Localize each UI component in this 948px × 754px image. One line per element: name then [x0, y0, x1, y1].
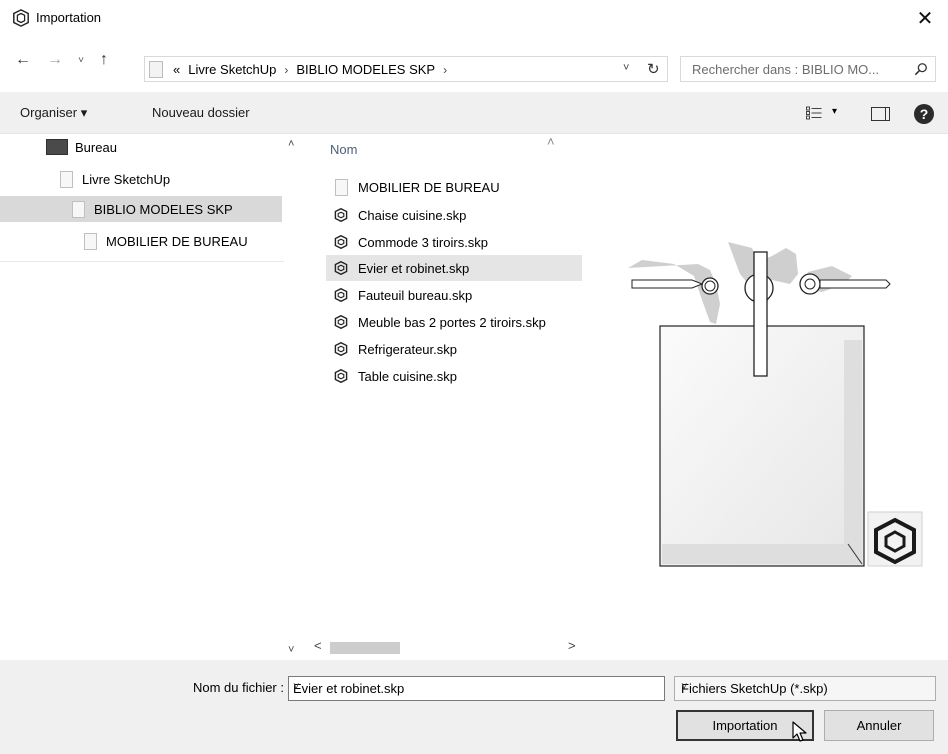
refresh-icon[interactable]: ↻ — [647, 60, 660, 78]
list-item[interactable]: Refrigerateur.skp — [326, 336, 582, 362]
title-bar: Importation ✕ — [0, 0, 948, 36]
list-item[interactable]: Chaise cuisine.skp — [326, 202, 582, 228]
chevron-down-icon[interactable]: ˅ — [681, 681, 927, 693]
preview-pane — [582, 134, 948, 660]
list-item-selected[interactable]: Evier et robinet.skp — [326, 255, 582, 281]
mouse-cursor-icon — [792, 721, 807, 742]
tree-item-label: MOBILIER DE BUREAU — [106, 233, 248, 249]
sketchup-file-icon — [334, 235, 348, 249]
filename-input[interactable]: Evier et robinet.skp ˅ — [288, 676, 665, 701]
tree-item-bureau[interactable]: Bureau — [46, 134, 284, 160]
folder-tree: Bureau Livre SketchUp BIBLIO MODELES SKP… — [0, 134, 284, 262]
list-item[interactable]: Table cuisine.skp — [326, 363, 582, 389]
scroll-down-icon[interactable]: ˅ — [288, 644, 294, 656]
breadcrumb: « Livre SketchUp › BIBLIO MODELES SKP › — [173, 62, 447, 77]
folder-icon — [334, 178, 348, 196]
file-name: Meuble bas 2 portes 2 tiroirs.skp — [358, 314, 546, 330]
breadcrumb-biblio-modeles[interactable]: BIBLIO MODELES SKP — [296, 62, 435, 77]
filename-label: Nom du fichier : — [192, 680, 284, 695]
recent-locations-button[interactable]: ˅ — [72, 49, 90, 71]
organise-button[interactable]: Organiser ▾ — [20, 105, 87, 121]
sketchup-file-icon — [334, 288, 348, 302]
file-list: Nom ˄ MOBILIER DE BUREAU Chaise cuisine.… — [304, 134, 582, 660]
chevron-down-icon[interactable]: ˅ — [623, 62, 629, 74]
file-name: Refrigerateur.skp — [358, 341, 457, 357]
forward-button[interactable]: → — [44, 49, 66, 71]
view-dropdown-icon[interactable]: ▾ — [832, 106, 837, 117]
search-input[interactable]: Rechercher dans : BIBLIO MO... — [680, 56, 936, 82]
sketchup-file-icon — [334, 369, 348, 383]
filetype-select[interactable]: Fichiers SketchUp (*.skp) ˅ — [674, 676, 936, 701]
scroll-up-icon[interactable]: ˄ — [288, 138, 294, 150]
desktop-icon — [46, 139, 68, 155]
folder-icon — [149, 61, 163, 78]
sketchup-file-icon — [334, 315, 348, 329]
tree-item-mobilier-de-bureau[interactable]: MOBILIER DE BUREAU — [84, 228, 284, 254]
list-item[interactable]: Commode 3 tiroirs.skp — [326, 229, 582, 255]
file-name: Evier et robinet.skp — [358, 260, 470, 276]
list-item[interactable]: MOBILIER DE BUREAU — [326, 174, 582, 200]
search-icon[interactable] — [914, 62, 928, 76]
new-folder-button[interactable]: Nouveau dossier — [152, 105, 250, 120]
folder-icon — [60, 170, 73, 188]
address-bar[interactable]: « Livre SketchUp › BIBLIO MODELES SKP › … — [144, 56, 668, 82]
view-options-icon[interactable] — [806, 106, 822, 120]
column-header-name[interactable]: Nom — [330, 142, 357, 157]
scrollbar-thumb[interactable] — [330, 642, 400, 654]
sort-ascending-icon: ˄ — [547, 134, 555, 149]
file-name: Table cuisine.skp — [358, 368, 457, 384]
file-name: MOBILIER DE BUREAU — [358, 179, 500, 195]
search-placeholder: Rechercher dans : BIBLIO MO... — [692, 62, 880, 77]
cancel-button[interactable]: Annuler — [824, 710, 934, 741]
up-button[interactable]: ↑ — [93, 49, 115, 71]
tree-item-livre-sketchup[interactable]: Livre SketchUp — [60, 166, 284, 192]
list-item[interactable]: Meuble bas 2 portes 2 tiroirs.skp — [326, 309, 582, 335]
file-name: Chaise cuisine.skp — [358, 207, 467, 223]
tree-item-biblio-modeles-skp[interactable]: BIBLIO MODELES SKP — [0, 196, 282, 222]
file-name: Fauteuil bureau.skp — [358, 287, 473, 303]
list-item[interactable]: Fauteuil bureau.skp — [326, 282, 582, 308]
preview-pane-icon[interactable] — [871, 107, 890, 121]
model-preview-image — [628, 242, 923, 567]
close-button[interactable]: ✕ — [902, 0, 948, 36]
scroll-right-icon[interactable]: > — [568, 638, 576, 653]
sketchup-file-icon — [334, 208, 348, 222]
scroll-left-icon[interactable]: < — [314, 638, 322, 653]
tree-item-label: BIBLIO MODELES SKP — [94, 201, 233, 217]
tree-item-label: Livre SketchUp — [82, 171, 171, 187]
breadcrumb-overflow[interactable]: « — [173, 62, 180, 77]
chevron-right-icon[interactable]: › — [443, 63, 447, 77]
chevron-right-icon[interactable]: › — [284, 63, 288, 77]
help-icon[interactable]: ? — [914, 104, 934, 124]
tree-item-label: Bureau — [75, 139, 117, 155]
back-button[interactable]: ← — [12, 49, 34, 71]
folder-icon — [72, 200, 85, 218]
sketchup-icon — [13, 9, 29, 27]
window-title: Importation — [36, 10, 102, 25]
folder-icon — [84, 232, 97, 250]
file-list-scrollbar[interactable]: < > — [304, 638, 582, 656]
toolbar: Organiser ▾ Nouveau dossier ▾ ? — [0, 92, 948, 134]
chevron-down-icon[interactable]: ˅ — [293, 681, 656, 693]
breadcrumb-livre-sketchup[interactable]: Livre SketchUp — [188, 62, 276, 77]
sketchup-file-icon — [334, 342, 348, 356]
sketchup-file-icon — [334, 261, 348, 275]
navigation-pane: Bureau Livre SketchUp BIBLIO MODELES SKP… — [0, 134, 304, 660]
file-name: Commode 3 tiroirs.skp — [358, 234, 489, 250]
nav-scrollbar[interactable]: ˄ ˅ — [284, 134, 302, 660]
